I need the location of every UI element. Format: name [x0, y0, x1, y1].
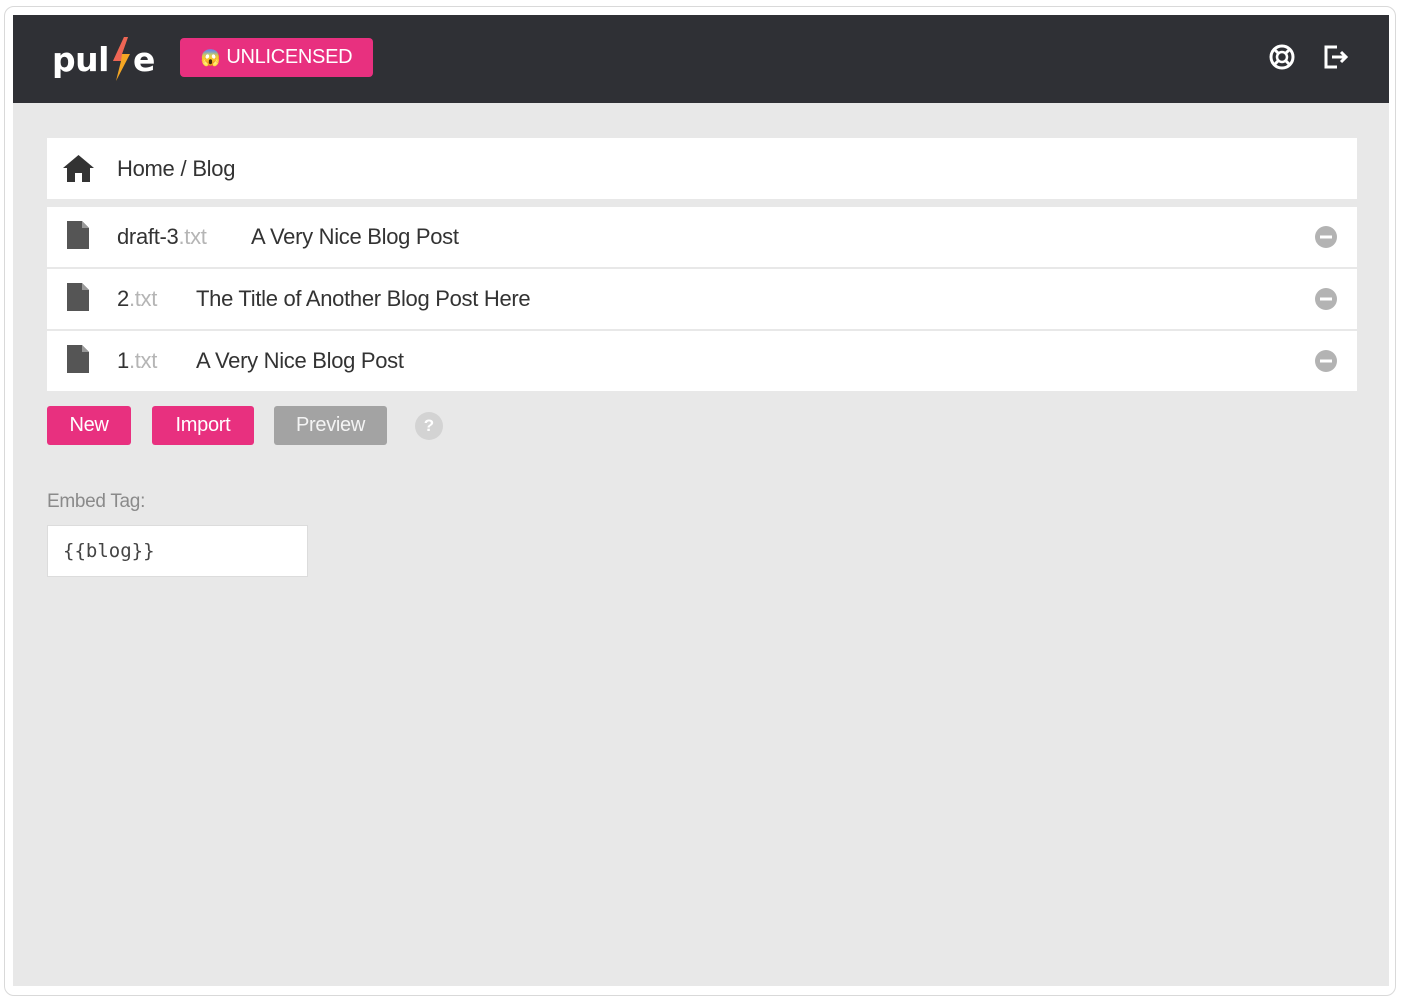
file-row[interactable]: draft-3.txt A Very Nice Blog Post [47, 207, 1357, 267]
home-icon[interactable] [62, 152, 95, 185]
breadcrumb: Home / Blog [117, 138, 235, 199]
remove-icon[interactable] [1314, 349, 1338, 373]
help-icon[interactable]: ? [415, 412, 443, 440]
file-icon [67, 283, 89, 311]
file-icon [67, 221, 89, 249]
breadcrumb-bar: Home / Blog [47, 138, 1357, 199]
lightning-bolt-icon [112, 37, 130, 81]
file-title[interactable]: A Very Nice Blog Post [251, 224, 459, 250]
breadcrumb-current: Blog [192, 155, 236, 181]
preview-button[interactable]: Preview [274, 406, 387, 445]
file-name[interactable]: 2.txt [117, 286, 157, 312]
file-row[interactable]: 2.txt The Title of Another Blog Post Her… [47, 269, 1357, 329]
sign-out-icon[interactable] [1321, 42, 1351, 72]
breadcrumb-home-link[interactable]: Home [117, 156, 175, 182]
lifebuoy-icon[interactable] [1267, 42, 1297, 72]
top-bar: pul e 😱 UNLICENSED [13, 15, 1389, 103]
file-name[interactable]: draft-3.txt [117, 224, 207, 250]
unlicensed-label: UNLICENSED [226, 46, 353, 68]
app-container: pul e 😱 UNLICENSED Home / Blog draft-3.t… [13, 15, 1389, 986]
pulse-logo[interactable]: pul e [52, 37, 155, 81]
file-name[interactable]: 1.txt [117, 348, 157, 374]
remove-icon[interactable] [1314, 287, 1338, 311]
unlicensed-badge[interactable]: 😱 UNLICENSED [180, 38, 373, 77]
file-list: draft-3.txt A Very Nice Blog Post 2.txt … [47, 207, 1357, 393]
embed-tag-label: Embed Tag: [47, 491, 146, 512]
file-row[interactable]: 1.txt A Very Nice Blog Post [47, 331, 1357, 391]
logo-text-right: e [132, 39, 155, 79]
logo-text-left: pul [52, 39, 109, 79]
breadcrumb-separator: / [180, 155, 187, 181]
embed-tag-field[interactable]: {{blog}} [47, 525, 308, 577]
screaming-face-icon: 😱 [200, 49, 221, 67]
file-title[interactable]: The Title of Another Blog Post Here [196, 286, 531, 312]
file-title[interactable]: A Very Nice Blog Post [196, 348, 404, 374]
file-icon [67, 345, 89, 373]
remove-icon[interactable] [1314, 225, 1338, 249]
new-button[interactable]: New [47, 406, 131, 445]
import-button[interactable]: Import [152, 406, 254, 445]
